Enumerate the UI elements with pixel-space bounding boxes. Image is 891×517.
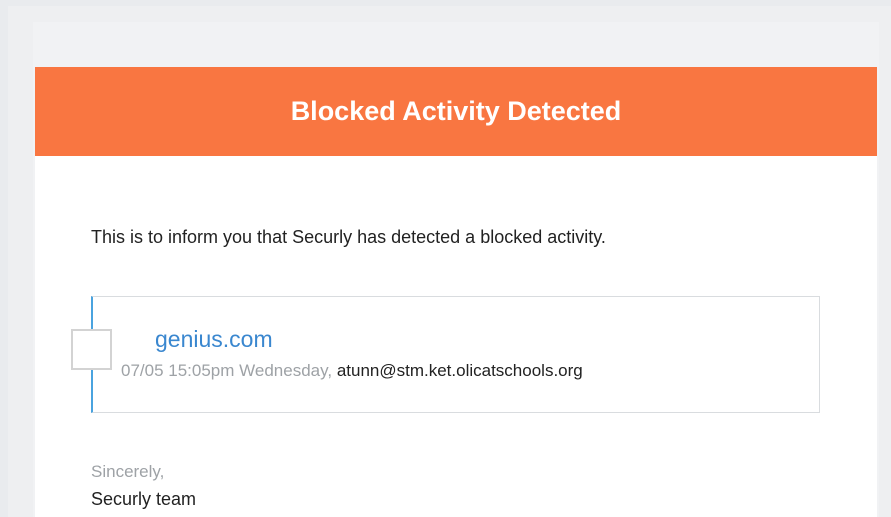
- intro-text: This is to inform you that Securly has d…: [91, 227, 606, 247]
- blocked-activity-card: genius.com 07/05 15:05pm Wednesday, atun…: [71, 296, 820, 413]
- signature-text: Securly team: [91, 489, 197, 509]
- closing-text: Sincerely,: [91, 462, 165, 481]
- email-title: Blocked Activity Detected: [290, 96, 622, 126]
- email-header: Blocked Activity Detected: [35, 67, 877, 156]
- broken-image-icon: [71, 329, 112, 370]
- activity-timestamp: 07/05 15:05pm Wednesday,: [121, 361, 333, 380]
- email-body: Blocked Activity Detected This is to inf…: [35, 67, 877, 517]
- activity-user-email: atunn@stm.ket.olicatschools.org: [336, 361, 583, 380]
- activity-meta: 07/05 15:05pm Wednesday, atunn@stm.ket.o…: [121, 361, 583, 381]
- blocked-domain-link[interactable]: genius.com: [155, 326, 273, 353]
